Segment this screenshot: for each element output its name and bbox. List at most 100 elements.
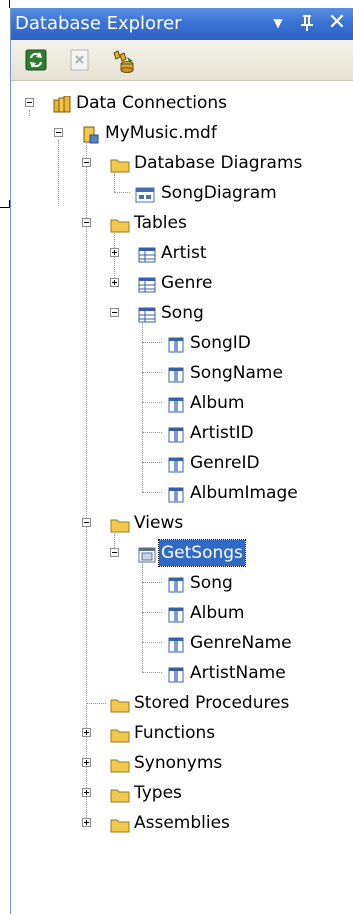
close-icon[interactable]: ✕	[326, 12, 348, 34]
tree-node-data-connections[interactable]: Data Connections	[11, 88, 353, 118]
tree-node-label: Song	[161, 303, 204, 323]
table-icon	[138, 244, 156, 263]
tree-node-views[interactable]: Views	[11, 508, 353, 538]
connect-to-database-icon[interactable]	[111, 49, 134, 73]
column-icon	[167, 664, 185, 683]
database-explorer-panel: Database Explorer ▼ ✕ Data Connections M…	[10, 8, 353, 914]
tree-node-synonyms[interactable]: Synonyms	[11, 748, 353, 778]
expand-toggle[interactable]	[110, 278, 119, 287]
folder-icon	[110, 814, 130, 833]
expand-toggle[interactable]	[82, 818, 91, 827]
cancel-icon[interactable]	[69, 49, 91, 71]
tree-node-label: MyMusic.mdf	[105, 123, 217, 143]
stray-line	[0, 207, 10, 208]
window-position-dropdown-icon[interactable]: ▼	[267, 12, 289, 34]
tree-node-label: Artist	[161, 243, 207, 263]
table-icon	[138, 304, 156, 323]
explorer-toolbar	[11, 40, 353, 81]
tree-node-label: SongName	[190, 363, 283, 383]
tree-node-label: Synonyms	[134, 753, 223, 773]
folder-icon	[110, 754, 130, 773]
column-icon	[167, 484, 185, 503]
tree-node-table-artist[interactable]: Artist	[11, 238, 353, 268]
tree-node-song-diagram[interactable]: SongDiagram	[11, 178, 353, 208]
column-icon	[167, 574, 185, 593]
tree-node-label: Album	[190, 393, 245, 413]
expand-toggle[interactable]	[82, 758, 91, 767]
table-icon	[138, 274, 156, 293]
tree-node-column[interactable]: SongName	[11, 358, 353, 388]
folder-icon	[110, 514, 130, 533]
tree-node-label: Functions	[134, 723, 216, 743]
tree-node-mymusic-mdf[interactable]: MyMusic.mdf	[11, 118, 353, 148]
tree-node-column[interactable]: SongID	[11, 328, 353, 358]
tree-node-label: GetSongs	[158, 539, 246, 567]
screenshot-page: Database Explorer ▼ ✕ Data Connections M…	[0, 0, 353, 914]
tree-node-stored-procedures[interactable]: Stored Procedures	[11, 688, 353, 718]
column-icon	[167, 634, 185, 653]
tree-node-label: SongDiagram	[161, 183, 277, 203]
folder-icon	[110, 154, 130, 173]
collapse-toggle[interactable]	[110, 548, 119, 557]
view-icon	[138, 544, 156, 563]
data-connections-icon	[53, 94, 71, 113]
tree-node-functions[interactable]: Functions	[11, 718, 353, 748]
tree-node-label: ArtistID	[190, 423, 254, 443]
tree-node-assemblies[interactable]: Assemblies	[11, 808, 353, 838]
tree-node-label: SongID	[190, 333, 251, 353]
collapse-toggle[interactable]	[110, 308, 119, 317]
tree-node-column[interactable]: Album	[11, 388, 353, 418]
tree-node-table-genre[interactable]: Genre	[11, 268, 353, 298]
collapse-toggle[interactable]	[82, 158, 91, 167]
folder-icon	[110, 214, 130, 233]
panel-title-bar[interactable]: Database Explorer ▼ ✕	[11, 8, 353, 40]
tree-node-view-getsongs[interactable]: GetSongs	[11, 538, 353, 568]
tree-node-column[interactable]: GenreID	[11, 448, 353, 478]
tree-node-label: Views	[134, 513, 184, 533]
diagram-icon	[135, 184, 155, 203]
expand-toggle[interactable]	[82, 788, 91, 797]
stray-line	[9, 0, 10, 8]
tree-node-label: Album	[190, 603, 245, 623]
tree-node-label: Tables	[134, 213, 187, 233]
tree-node-label: Stored Procedures	[134, 693, 290, 713]
tree-node-table-song[interactable]: Song	[11, 298, 353, 328]
folder-icon	[110, 694, 130, 713]
tree-node-types[interactable]: Types	[11, 778, 353, 808]
expand-toggle[interactable]	[110, 248, 119, 257]
database-file-icon	[82, 124, 100, 144]
folder-icon	[110, 724, 130, 743]
tree-node-column[interactable]: GenreName	[11, 628, 353, 658]
tree-node-label: GenreID	[190, 453, 260, 473]
tree-node-column[interactable]: Song	[11, 568, 353, 598]
column-icon	[167, 394, 185, 413]
collapse-toggle[interactable]	[82, 218, 91, 227]
collapse-toggle[interactable]	[25, 98, 34, 107]
tree-node-tables[interactable]: Tables	[11, 208, 353, 238]
tree-node-label: Types	[134, 783, 182, 803]
tree-node-label: Assemblies	[134, 813, 230, 833]
tree-node-label: ArtistName	[190, 663, 286, 683]
collapse-toggle[interactable]	[54, 128, 63, 137]
column-icon	[167, 604, 185, 623]
tree-node-label: GenreName	[190, 633, 292, 653]
column-icon	[167, 454, 185, 473]
tree-node-database-diagrams[interactable]: Database Diagrams	[11, 148, 353, 178]
tree-node-label: Data Connections	[76, 93, 228, 113]
tree-node-label: Song	[190, 573, 233, 593]
auto-hide-pin-icon[interactable]	[296, 12, 318, 34]
folder-icon	[110, 784, 130, 803]
expand-toggle[interactable]	[82, 728, 91, 737]
collapse-toggle[interactable]	[82, 518, 91, 527]
refresh-icon[interactable]	[25, 49, 47, 71]
tree-node-column[interactable]: ArtistID	[11, 418, 353, 448]
column-icon	[167, 424, 185, 443]
tree-node-column[interactable]: ArtistName	[11, 658, 353, 688]
tree-node-column[interactable]: Album	[11, 598, 353, 628]
tree-node-column[interactable]: AlbumImage	[11, 478, 353, 508]
column-icon	[167, 334, 185, 353]
tree-node-label: Database Diagrams	[134, 153, 303, 173]
panel-title: Database Explorer	[15, 13, 182, 34]
column-icon	[167, 364, 185, 383]
tree-node-label: AlbumImage	[190, 483, 298, 503]
